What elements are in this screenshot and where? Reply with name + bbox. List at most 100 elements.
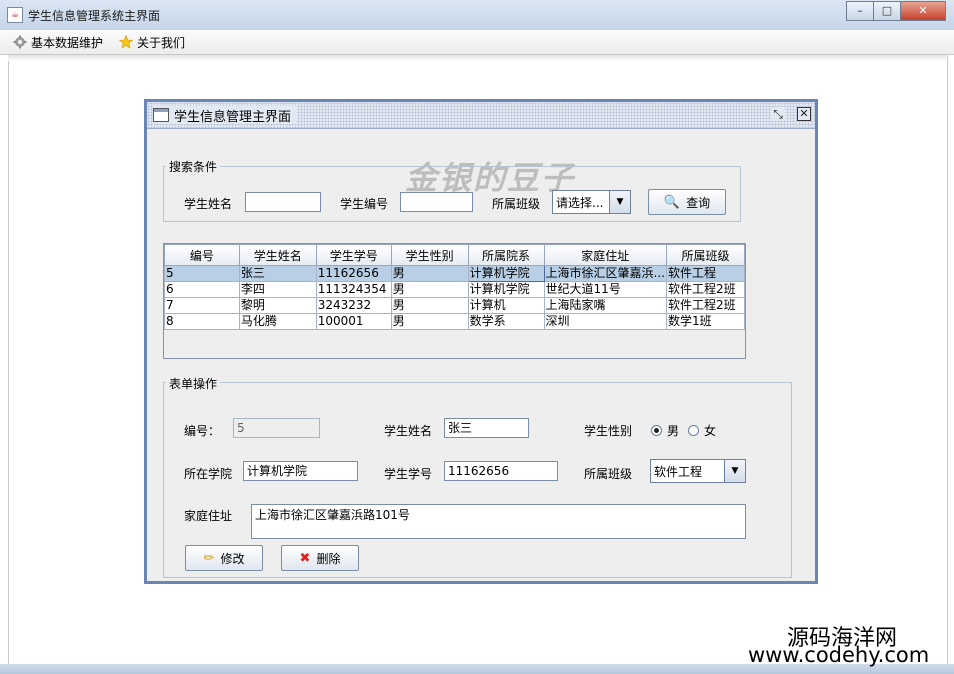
table-cell: 11162656	[315, 265, 392, 282]
table-cell: 6	[164, 281, 240, 298]
menu-basic-data[interactable]: 基本数据维护	[13, 33, 103, 51]
table-cell: 世纪大道11号	[543, 281, 667, 298]
chevron-down-icon: ▼	[609, 191, 630, 213]
table-cell: 软件工程	[665, 265, 746, 282]
form-legend: 表单操作	[166, 375, 221, 392]
col-header[interactable]: 家庭住址	[543, 244, 667, 266]
table-cell: 李四	[238, 281, 317, 298]
table-cell: 计算机学院	[467, 281, 545, 298]
col-header[interactable]: 所属班级	[665, 244, 746, 266]
java-app-icon: ☕	[7, 7, 23, 23]
table-cell: 深圳	[543, 313, 667, 330]
col-header[interactable]: 编号	[164, 244, 240, 266]
search-class-value: 请选择...	[556, 195, 604, 210]
col-header[interactable]: 学生姓名	[238, 244, 317, 266]
student-table-grid: 编号 学生姓名 学生学号 学生性别 所属院系 家庭住址 所属班级 5 张三 11…	[164, 244, 746, 330]
menu-bar: 基本数据维护 关于我们	[0, 30, 954, 55]
edit-button-label: 修改	[220, 551, 245, 566]
frame-close-icon[interactable]: ✕	[797, 107, 811, 121]
radio-selected-icon	[651, 425, 662, 436]
search-name-label: 学生姓名	[184, 197, 233, 211]
table-cell: 数学1班	[665, 313, 746, 330]
table-cell: 黎明	[238, 297, 317, 314]
table-cell: 软件工程2班	[665, 281, 746, 298]
table-header-row: 编号 学生姓名 学生学号 学生性别 所属院系 家庭住址 所属班级	[164, 244, 746, 266]
form-class-select[interactable]: 软件工程 ▼	[650, 459, 746, 483]
table-row[interactable]: 7 黎明 3243232 男 计算机 上海陆家嘴 软件工程2班	[164, 297, 746, 314]
search-id-input[interactable]	[400, 192, 473, 212]
search-name-input[interactable]	[245, 192, 321, 212]
frame-titlebar[interactable]: 学生信息管理主界面 ⤡ ✕	[147, 102, 815, 129]
form-id-field: 5	[233, 418, 320, 438]
menu-basic-data-label: 基本数据维护	[31, 35, 104, 50]
table-cell: 111324354	[315, 281, 392, 298]
student-management-frame: 学生信息管理主界面 ⤡ ✕ 金银的豆子 搜索条件 学生姓名 学生编号 所属班级 …	[144, 99, 818, 584]
gender-male-radio[interactable]: 男	[651, 422, 679, 439]
menu-about-us-label: 关于我们	[137, 35, 186, 50]
table-cell: 男	[390, 281, 469, 298]
search-class-select[interactable]: 请选择... ▼	[552, 190, 631, 214]
table-row[interactable]: 6 李四 111324354 男 计算机学院 世纪大道11号 软件工程2班	[164, 281, 746, 298]
table-cell: 5	[164, 265, 240, 282]
maximize-button[interactable]: □	[873, 1, 901, 21]
form-id-label: 编号：	[184, 424, 221, 438]
table-row[interactable]: 8 马化腾 100001 男 数学系 深圳 数学1班	[164, 313, 746, 330]
radio-unselected-icon	[688, 425, 699, 436]
table-cell: 男	[390, 297, 469, 314]
table-cell: 马化腾	[238, 313, 317, 330]
form-address-textarea[interactable]: 上海市徐汇区肇嘉浜路101号	[251, 504, 746, 539]
form-name-label: 学生姓名	[384, 424, 433, 438]
search-class-label: 所属班级	[492, 197, 541, 211]
table-cell: 男	[390, 313, 469, 330]
menu-about-us[interactable]: 关于我们	[119, 33, 185, 51]
form-class-label: 所属班级	[584, 467, 633, 481]
gender-female-radio[interactable]: 女	[688, 422, 716, 439]
close-button[interactable]: ✕	[900, 1, 946, 21]
col-header[interactable]: 学生性别	[390, 244, 469, 266]
form-class-value: 软件工程	[654, 464, 703, 479]
table-cell: 上海陆家嘴	[543, 297, 667, 314]
frame-title-wrap: 学生信息管理主界面	[153, 106, 298, 125]
form-college-field[interactable]: 计算机学院	[243, 461, 358, 481]
table-cell: 3243232	[315, 297, 392, 314]
frame-title: 学生信息管理主界面	[174, 109, 292, 125]
gender-male-label: 男	[667, 424, 680, 438]
minimize-button[interactable]: –	[846, 1, 874, 21]
delete-x-icon: ✖	[299, 550, 311, 566]
search-legend: 搜索条件	[166, 158, 221, 175]
form-college-label: 所在学院	[184, 467, 233, 481]
table-cell: 计算机	[467, 297, 545, 314]
desktop-shadow	[8, 55, 946, 61]
table-cell: 8	[164, 313, 240, 330]
table-cell: 软件工程2班	[665, 297, 746, 314]
gear-icon	[13, 35, 27, 49]
form-address-label: 家庭住址	[184, 509, 233, 523]
pencil-icon: ✏	[203, 550, 215, 566]
table-cell: 计算机学院	[467, 265, 545, 282]
form-name-field[interactable]: 张三	[444, 418, 529, 438]
query-button[interactable]: 🔍 查询	[648, 189, 726, 215]
chevron-down-icon: ▼	[724, 460, 745, 482]
form-gender-label: 学生性别	[584, 424, 633, 438]
star-icon	[119, 35, 133, 49]
col-header[interactable]: 学生学号	[315, 244, 392, 266]
restore-icon[interactable]: ⤡	[771, 107, 785, 121]
form-stuno-label: 学生学号	[384, 467, 433, 481]
student-table[interactable]: 编号 学生姓名 学生学号 学生性别 所属院系 家庭住址 所属班级 5 张三 11…	[163, 243, 746, 359]
search-id-label: 学生编号	[340, 197, 389, 211]
gender-female-label: 女	[704, 424, 717, 438]
col-header[interactable]: 所属院系	[467, 244, 545, 266]
table-cell: 男	[390, 265, 469, 282]
table-cell: 100001	[315, 313, 392, 330]
form-stuno-field[interactable]: 11162656	[444, 461, 558, 481]
frame-window-icon	[153, 108, 169, 122]
delete-button-label: 删除	[316, 551, 341, 566]
window-title: 学生信息管理系统主界面	[28, 9, 161, 23]
table-cell: 7	[164, 297, 240, 314]
query-button-label: 查询	[686, 195, 711, 210]
table-row[interactable]: 5 张三 11162656 男 计算机学院 上海市徐汇区肇嘉浜... 软件工程	[164, 265, 746, 282]
edit-button[interactable]: ✏ 修改	[185, 545, 263, 571]
table-cell: 张三	[238, 265, 317, 282]
delete-button[interactable]: ✖ 删除	[281, 545, 359, 571]
search-icon: 🔍	[663, 194, 681, 210]
